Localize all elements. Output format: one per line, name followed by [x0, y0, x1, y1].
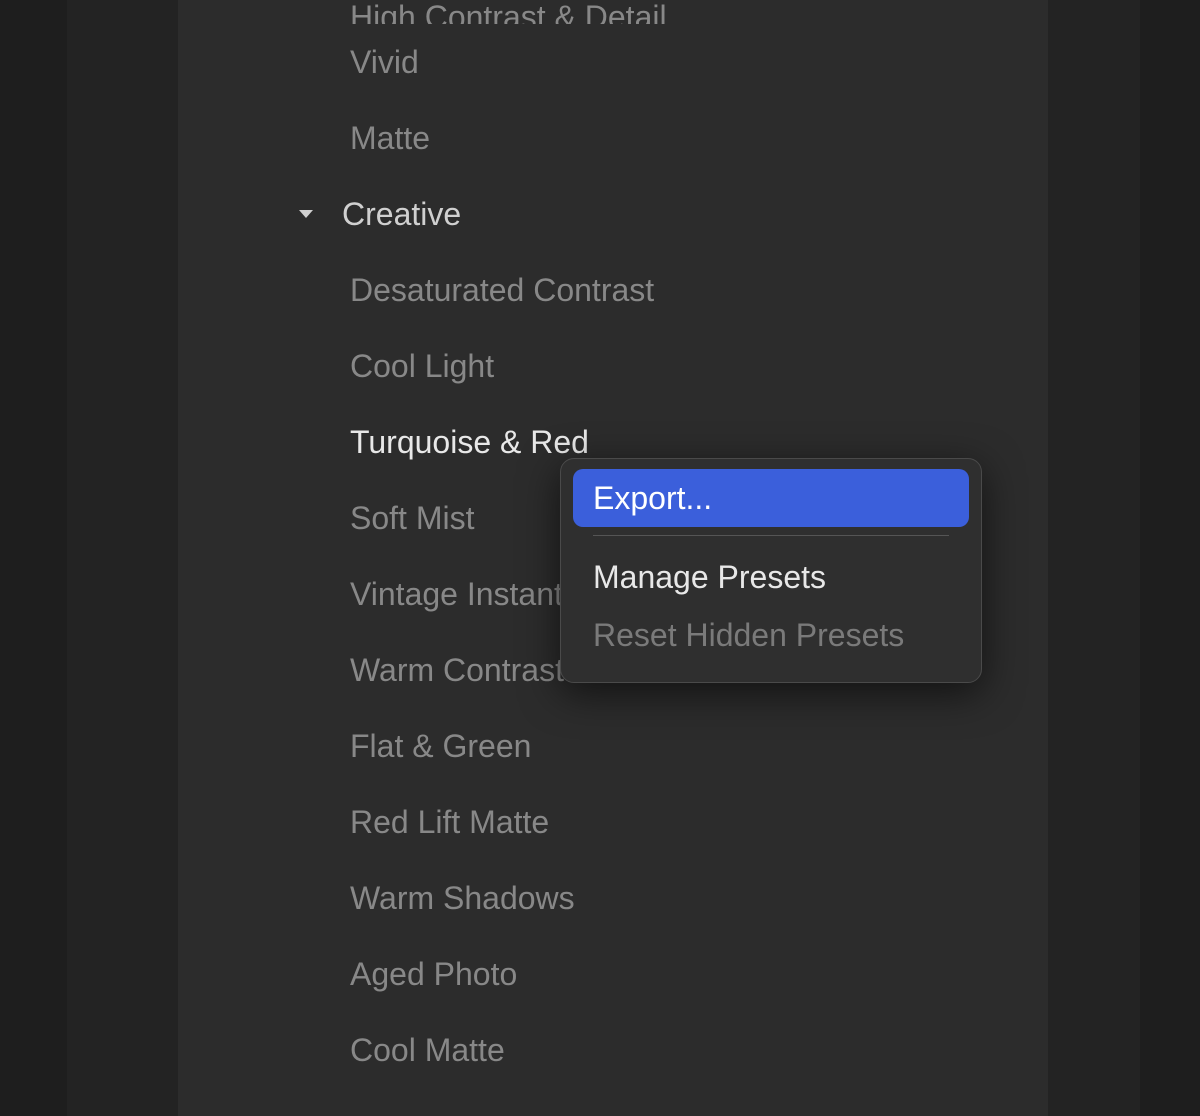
preset-label: Cool Light [350, 348, 494, 385]
preset-label: Desaturated Contrast [350, 272, 654, 309]
preset-item[interactable]: Cool Light [178, 328, 1048, 404]
preset-group-creative[interactable]: Creative [178, 176, 1048, 252]
preset-label: High Contrast & Detail [350, 0, 667, 24]
menu-item-label: Export... [593, 480, 712, 517]
preset-item[interactable]: Cool Matte [178, 1012, 1048, 1088]
preset-label: Matte [350, 120, 430, 157]
preset-label: Vintage Instant [350, 576, 563, 613]
preset-label: Flat & Green [350, 728, 531, 765]
preset-item[interactable]: Desaturated Contrast [178, 252, 1048, 328]
preset-label: Warm Contrast [350, 652, 564, 689]
preset-item[interactable]: Red Lift Matte [178, 784, 1048, 860]
menu-item-reset-hidden-presets: Reset Hidden Presets [573, 606, 969, 664]
preset-label: Aged Photo [350, 956, 517, 993]
left-gutter [0, 0, 67, 1116]
preset-label: Red Lift Matte [350, 804, 549, 841]
menu-item-label: Manage Presets [593, 559, 826, 596]
context-menu: Export... Manage Presets Reset Hidden Pr… [560, 458, 982, 683]
preset-item[interactable]: Vivid [178, 24, 1048, 100]
menu-item-manage-presets[interactable]: Manage Presets [573, 548, 969, 606]
preset-item[interactable]: High Contrast & Detail [178, 0, 1048, 24]
menu-separator [593, 535, 949, 536]
preset-label: Warm Shadows [350, 880, 575, 917]
preset-label: Turquoise & Red [350, 424, 589, 461]
right-gutter [1140, 0, 1200, 1116]
preset-item[interactable]: Aged Photo [178, 936, 1048, 1012]
preset-label: Vivid [350, 44, 419, 81]
group-label: Creative [342, 196, 461, 233]
preset-item[interactable]: Flat & Green [178, 708, 1048, 784]
preset-item[interactable]: Warm Shadows [178, 860, 1048, 936]
menu-item-label: Reset Hidden Presets [593, 617, 904, 654]
preset-label: Cool Matte [350, 1032, 505, 1069]
menu-item-export[interactable]: Export... [573, 469, 969, 527]
preset-label: Soft Mist [350, 500, 474, 537]
chevron-down-icon [294, 202, 318, 226]
preset-item[interactable]: Matte [178, 100, 1048, 176]
